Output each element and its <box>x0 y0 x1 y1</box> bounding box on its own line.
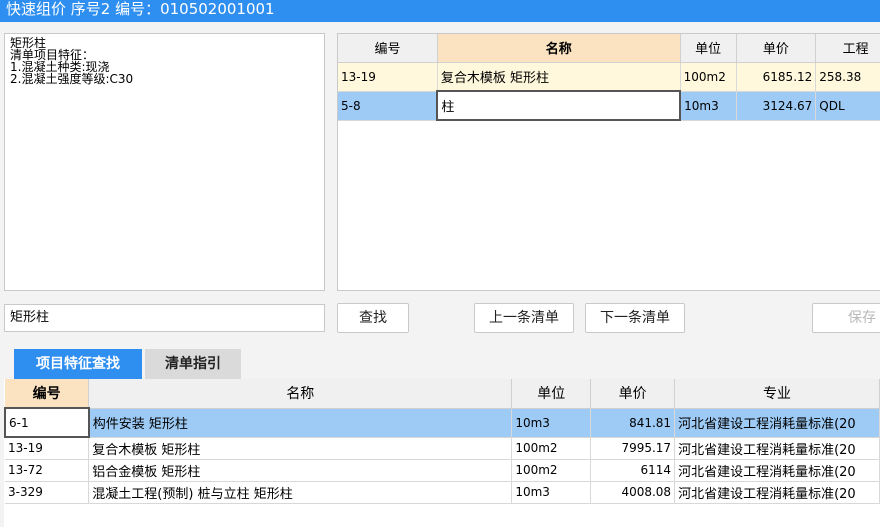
col-header-code[interactable]: 编号 <box>338 34 438 63</box>
top-grid-header: 编号 名称 单位 单价 工程 <box>338 34 880 63</box>
cell-spec[interactable]: 河北省建设工程消耗量标准(20 <box>674 459 880 482</box>
cell-code[interactable]: 6-1 <box>4 407 90 438</box>
search-input[interactable]: 矩形柱 <box>4 304 325 332</box>
save-button[interactable]: 保存 <box>812 303 880 333</box>
cell-name[interactable]: 混凝土工程(预制) 桩与立柱 矩形柱 <box>88 481 513 504</box>
cell-code[interactable]: 13-72 <box>5 459 90 482</box>
find-button[interactable]: 查找 <box>337 303 409 333</box>
table-row[interactable]: 3-329 混凝土工程(预制) 桩与立柱 矩形柱 10m3 4008.08 河北… <box>5 481 880 504</box>
next-list-button[interactable]: 下一条清单 <box>585 303 685 333</box>
cell-code[interactable]: 5-8 <box>338 91 438 121</box>
cell-unit[interactable]: 100m2 <box>511 459 592 482</box>
prev-list-button[interactable]: 上一条清单 <box>474 303 574 333</box>
cell-code[interactable]: 3-329 <box>5 481 90 504</box>
col-header-price[interactable]: 单价 <box>590 379 676 409</box>
cell-price[interactable]: 3124.67 <box>736 91 817 121</box>
cell-unit[interactable]: 10m3 <box>680 91 737 121</box>
cell-code[interactable]: 13-19 <box>5 437 90 460</box>
cell-unit[interactable]: 100m2 <box>511 437 592 460</box>
quota-search-results-grid: 编号 名称 单位 单价 专业 6-1 构件安装 矩形柱 10m3 841.81 … <box>4 379 880 527</box>
tab-list-guide[interactable]: 清单指引 <box>145 349 241 379</box>
col-header-code[interactable]: 编号 <box>5 379 90 409</box>
window-title: 快速组价 序号2 编号：010502001001 <box>0 0 880 22</box>
cell-spec[interactable]: 河北省建设工程消耗量标准(20 <box>674 481 880 504</box>
cell-name[interactable]: 铝合金模板 矩形柱 <box>88 459 513 482</box>
cell-price[interactable]: 4008.08 <box>590 481 676 504</box>
cell-price[interactable]: 7995.17 <box>590 437 676 460</box>
col-header-unit[interactable]: 单位 <box>680 34 737 63</box>
col-header-spec[interactable]: 专业 <box>674 379 880 409</box>
table-row[interactable]: 5-8 柱 10m3 3124.67 QDL <box>338 90 880 121</box>
tab-feature-search[interactable]: 项目特征查找 <box>14 349 142 379</box>
selected-quota-grid: 编号 名称 单位 单价 工程 13-19 复合木模板 矩形柱 100m2 618… <box>337 33 880 291</box>
table-row[interactable]: 13-19 复合木模板 矩形柱 100m2 6185.12 258.38 <box>338 62 880 92</box>
bottom-grid-header: 编号 名称 单位 单价 专业 <box>5 379 880 409</box>
cell-name[interactable]: 构件安装 矩形柱 <box>88 408 513 438</box>
cell-name[interactable]: 复合木模板 矩形柱 <box>88 437 513 460</box>
table-row[interactable]: 13-72 铝合金模板 矩形柱 100m2 6114 河北省建设工程消耗量标准(… <box>5 459 880 482</box>
col-header-name[interactable]: 名称 <box>437 34 681 63</box>
cell-unit[interactable]: 100m2 <box>680 62 737 92</box>
col-header-name[interactable]: 名称 <box>88 379 513 409</box>
cell-qty[interactable]: QDL <box>815 91 880 121</box>
cell-spec[interactable]: 河北省建设工程消耗量标准(20 <box>674 408 880 438</box>
cell-spec[interactable]: 河北省建设工程消耗量标准(20 <box>674 437 880 460</box>
cell-name-editing[interactable]: 柱 <box>436 90 682 121</box>
cell-unit[interactable]: 10m3 <box>511 481 592 504</box>
cell-price[interactable]: 6185.12 <box>736 62 817 92</box>
col-header-price[interactable]: 单价 <box>736 34 817 63</box>
feature-description-box[interactable]: 矩形柱 清单项目特征： 1.混凝土种类:现浇 2.混凝土强度等级:C30 <box>4 33 325 291</box>
cell-name[interactable]: 复合木模板 矩形柱 <box>437 62 681 92</box>
cell-qty[interactable]: 258.38 <box>815 62 880 92</box>
cell-price[interactable]: 841.81 <box>590 408 676 438</box>
col-header-qty[interactable]: 工程 <box>815 34 880 63</box>
cell-unit[interactable]: 10m3 <box>511 408 592 438</box>
cell-code[interactable]: 13-19 <box>338 62 438 92</box>
cell-price[interactable]: 6114 <box>590 459 676 482</box>
table-row[interactable]: 13-19 复合木模板 矩形柱 100m2 7995.17 河北省建设工程消耗量… <box>5 437 880 460</box>
table-row[interactable]: 6-1 构件安装 矩形柱 10m3 841.81 河北省建设工程消耗量标准(20 <box>4 407 880 438</box>
col-header-unit[interactable]: 单位 <box>511 379 592 409</box>
